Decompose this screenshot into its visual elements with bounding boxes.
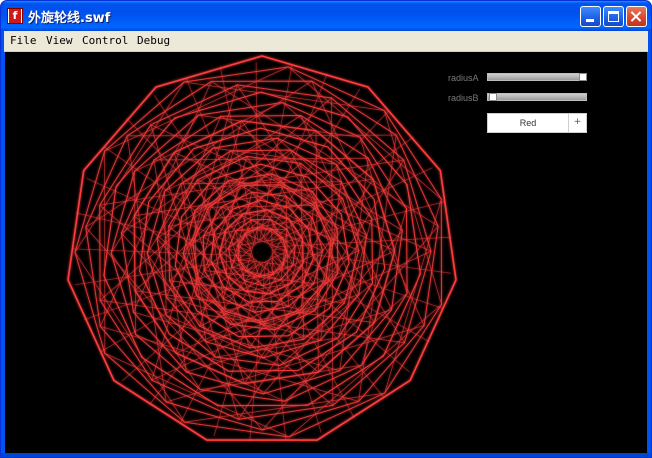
minimize-button[interactable]: [580, 6, 601, 27]
flash-stage[interactable]: radiusA radiusB Red +: [5, 52, 647, 455]
window-frame-bottom: [1, 453, 651, 457]
menu-view[interactable]: View: [46, 34, 73, 47]
radiusA-slider-thumb[interactable]: [579, 73, 587, 81]
maximize-button[interactable]: [603, 6, 624, 27]
menu-control[interactable]: Control: [82, 34, 128, 47]
radiusA-slider[interactable]: [487, 73, 587, 81]
minimize-icon: [586, 19, 594, 22]
radiusB-slider[interactable]: [487, 93, 587, 101]
color-select[interactable]: Red +: [487, 113, 587, 133]
radiusB-label: radiusB: [448, 93, 479, 103]
color-select-value: Red: [519, 118, 537, 128]
menu-file[interactable]: File: [10, 34, 37, 47]
app-window: f 外旋轮线.swf File View Control Debug radiu…: [0, 0, 652, 458]
color-select-button[interactable]: +: [568, 114, 586, 132]
menu-bar: File View Control Debug: [4, 31, 648, 52]
flash-player-icon: f: [7, 8, 23, 24]
radiusA-label: radiusA: [448, 73, 479, 83]
maximize-icon: [608, 11, 619, 22]
window-title: 外旋轮线.swf: [28, 11, 111, 26]
title-bar[interactable]: f 外旋轮线.swf: [1, 1, 651, 31]
radiusB-slider-thumb[interactable]: [489, 93, 497, 101]
close-icon: [627, 7, 646, 26]
close-button[interactable]: [626, 6, 647, 27]
menu-debug[interactable]: Debug: [137, 34, 170, 47]
